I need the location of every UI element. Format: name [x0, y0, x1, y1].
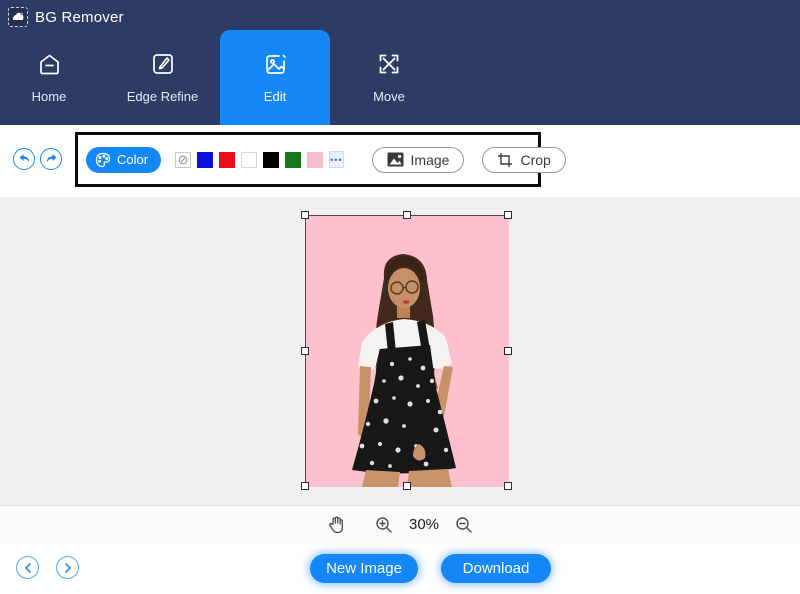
- selected-image[interactable]: [305, 215, 508, 486]
- prev-button[interactable]: [16, 556, 39, 579]
- resize-handle-sw[interactable]: [301, 482, 309, 490]
- swatch-red[interactable]: [219, 152, 235, 168]
- image-button-label: Image: [411, 152, 450, 168]
- hand-icon: [328, 516, 344, 534]
- brand: BG Remover: [8, 7, 124, 27]
- zoom-controls: 30%: [0, 505, 800, 543]
- image-button[interactable]: Image: [372, 147, 465, 173]
- resize-handle-s[interactable]: [403, 482, 411, 490]
- crop-button-label: Crop: [520, 152, 550, 168]
- tab-edit[interactable]: Edit: [220, 30, 330, 125]
- zoom-out-button[interactable]: [453, 514, 475, 536]
- editor-canvas: [0, 197, 800, 505]
- tab-home-label: Home: [32, 89, 67, 104]
- tab-move-label: Move: [373, 89, 405, 104]
- tab-edge-refine-label: Edge Refine: [127, 89, 199, 104]
- swatch-none[interactable]: ⊘: [175, 152, 191, 168]
- swatch-black[interactable]: [263, 152, 279, 168]
- redo-button[interactable]: [40, 148, 62, 170]
- tab-edit-label: Edit: [264, 89, 286, 104]
- bg-remover-app: BG Remover Home Edge Refine: [0, 0, 800, 594]
- resize-handle-e[interactable]: [504, 347, 512, 355]
- app-header: BG Remover Home Edge Refine: [0, 0, 800, 125]
- image-icon: [387, 152, 404, 167]
- resize-handle-w[interactable]: [301, 347, 309, 355]
- zoom-level-value: 30%: [409, 516, 439, 533]
- tab-edge-refine[interactable]: Edge Refine: [110, 30, 215, 125]
- app-title: BG Remover: [35, 9, 124, 26]
- move-icon: [376, 50, 402, 78]
- more-colors-button[interactable]: •••: [329, 151, 343, 168]
- tab-home[interactable]: Home: [10, 30, 88, 125]
- next-button[interactable]: [56, 556, 79, 579]
- redo-arrow-icon: [45, 153, 58, 165]
- swatch-white[interactable]: [241, 152, 257, 168]
- crop-button[interactable]: Crop: [482, 147, 565, 173]
- color-button-label: Color: [117, 152, 148, 167]
- new-image-button[interactable]: New Image: [310, 554, 418, 583]
- tab-move[interactable]: Move: [350, 30, 428, 125]
- edge-refine-icon: [150, 50, 176, 78]
- edit-toolbar: Color ⊘ ••• Image Crop: [0, 125, 800, 197]
- chevron-right-icon: [64, 563, 72, 573]
- home-icon: [36, 50, 63, 78]
- zoom-in-button[interactable]: [373, 514, 395, 536]
- swatch-blue[interactable]: [197, 152, 213, 168]
- chevron-left-icon: [24, 563, 32, 573]
- bg-remover-logo-icon: [8, 7, 28, 27]
- resize-handle-nw[interactable]: [301, 211, 309, 219]
- zoom-out-icon: [455, 516, 473, 534]
- color-swatch-row: ⊘: [175, 152, 323, 168]
- swatch-pink[interactable]: [307, 152, 323, 168]
- undo-button[interactable]: [13, 148, 35, 170]
- footer-bar: New Image Download: [0, 543, 800, 594]
- resize-handle-ne[interactable]: [504, 211, 512, 219]
- resize-handle-se[interactable]: [504, 482, 512, 490]
- swatch-green[interactable]: [285, 152, 301, 168]
- download-button[interactable]: Download: [441, 554, 551, 583]
- resize-handle-n[interactable]: [403, 211, 411, 219]
- undo-arrow-icon: [18, 153, 31, 165]
- crop-icon: [497, 152, 513, 168]
- pan-tool-button[interactable]: [325, 514, 347, 536]
- edit-image-icon: [262, 50, 289, 78]
- annotation-highlight-box: Color ⊘ ••• Image Crop: [75, 132, 541, 187]
- zoom-in-icon: [375, 516, 393, 534]
- palette-icon: [95, 152, 111, 168]
- subject-photo: [306, 216, 509, 487]
- color-button[interactable]: Color: [86, 147, 161, 173]
